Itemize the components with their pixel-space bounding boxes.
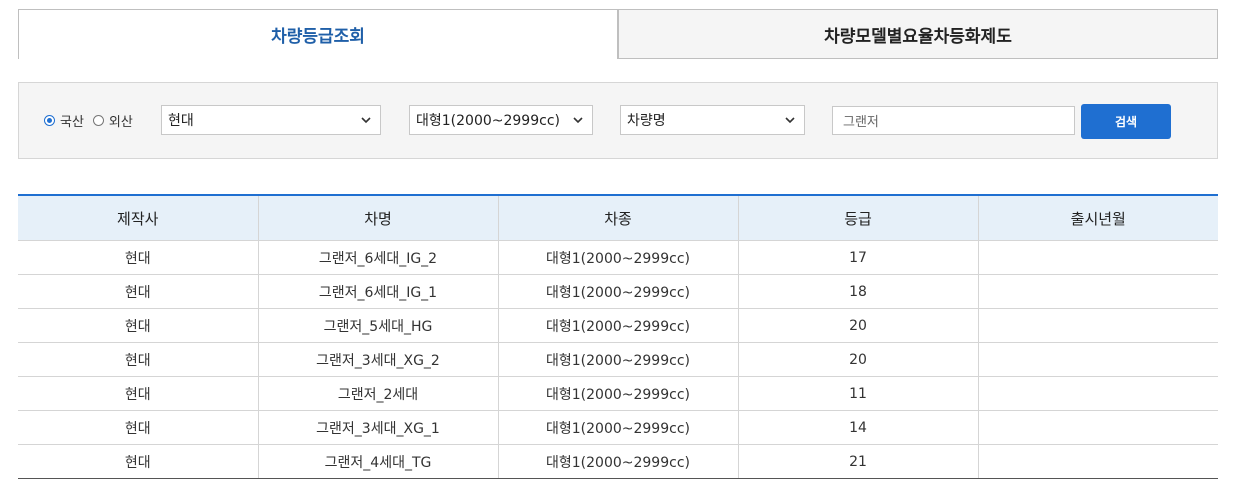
tab-bar: 차량등급조회 차량모델별요율차등화제도 — [18, 9, 1218, 59]
radio-domestic[interactable] — [44, 115, 55, 126]
cell-maker: 현대 — [18, 240, 258, 275]
header-model-name: 차명 — [257, 194, 498, 241]
cell-model-name: 그랜저_3세대_XG_1 — [257, 410, 498, 445]
cell-release-date — [977, 376, 1218, 411]
maker-select-value: 현대 — [168, 113, 194, 129]
vehicle-name-select[interactable]: 차량명 — [620, 105, 805, 135]
cell-maker: 현대 — [18, 444, 258, 479]
header-maker: 제작사 — [18, 194, 258, 241]
cell-model-name: 그랜저_4세대_TG — [257, 444, 498, 479]
table-row: 현대 그랜저_6세대_IG_2 대형1(2000~2999cc) 17 — [18, 240, 1218, 275]
radio-imported-label[interactable]: 외산 — [109, 111, 133, 130]
table-header-row: 제작사 차명 차종 등급 출시년월 — [18, 194, 1218, 241]
cell-grade: 21 — [737, 444, 978, 479]
chevron-down-icon — [573, 117, 583, 124]
maker-select[interactable]: 현대 — [161, 105, 381, 135]
cell-maker: 현대 — [18, 376, 258, 411]
cell-model-name: 그랜저_6세대_IG_1 — [257, 274, 498, 309]
results-table: 제작사 차명 차종 등급 출시년월 현대 그랜저_6세대_IG_2 대형1(20… — [18, 194, 1218, 479]
header-release-date: 출시년월 — [977, 194, 1218, 241]
chevron-down-icon — [785, 117, 795, 124]
cell-release-date — [977, 342, 1218, 377]
vehicle-name-select-value: 차량명 — [627, 113, 666, 129]
cell-model-name: 그랜저_2세대 — [257, 376, 498, 411]
cell-vehicle-class: 대형1(2000~2999cc) — [497, 308, 738, 343]
cell-release-date — [977, 410, 1218, 445]
cell-grade: 17 — [737, 240, 978, 275]
chevron-down-icon — [361, 117, 371, 124]
cell-maker: 현대 — [18, 274, 258, 309]
cell-grade: 18 — [737, 274, 978, 309]
cell-vehicle-class: 대형1(2000~2999cc) — [497, 274, 738, 309]
radio-imported[interactable] — [92, 115, 104, 126]
cell-release-date — [977, 308, 1218, 343]
cell-release-date — [977, 274, 1218, 309]
class-select-value: 대형1(2000~2999cc) — [416, 113, 560, 129]
cell-vehicle-class: 대형1(2000~2999cc) — [497, 376, 738, 411]
cell-vehicle-class: 대형1(2000~2999cc) — [497, 240, 738, 275]
cell-grade: 14 — [737, 410, 978, 445]
cell-model-name: 그랜저_5세대_HG — [257, 308, 498, 343]
header-vehicle-class: 차종 — [497, 194, 738, 241]
cell-grade: 11 — [737, 376, 978, 411]
header-grade: 등급 — [737, 194, 978, 241]
tab-vehicle-grade-lookup[interactable]: 차량등급조회 — [18, 9, 618, 59]
table-row: 현대 그랜저_5세대_HG 대형1(2000~2999cc) 20 — [18, 308, 1218, 343]
cell-maker: 현대 — [18, 342, 258, 377]
cell-grade: 20 — [737, 308, 978, 343]
class-select[interactable]: 대형1(2000~2999cc) — [409, 105, 593, 135]
origin-radio-group: 국산 외산 — [44, 111, 142, 130]
cell-model-name: 그랜저_6세대_IG_2 — [257, 240, 498, 275]
search-panel: 국산 외산 현대 대형1(2000~2999cc) 차량명 그랜저 검색 — [18, 82, 1218, 159]
table-row: 현대 그랜저_2세대 대형1(2000~2999cc) 11 — [18, 376, 1218, 411]
keyword-input[interactable]: 그랜저 — [832, 106, 1075, 135]
cell-grade: 20 — [737, 342, 978, 377]
tab-model-rate-differentiation[interactable]: 차량모델별요율차등화제도 — [618, 9, 1218, 59]
table-row: 현대 그랜저_4세대_TG 대형1(2000~2999cc) 21 — [18, 444, 1218, 479]
table-row: 현대 그랜저_3세대_XG_1 대형1(2000~2999cc) 14 — [18, 410, 1218, 445]
table-row: 현대 그랜저_3세대_XG_2 대형1(2000~2999cc) 20 — [18, 342, 1218, 377]
search-button[interactable]: 검색 — [1081, 104, 1171, 139]
table-row: 현대 그랜저_6세대_IG_1 대형1(2000~2999cc) 18 — [18, 274, 1218, 309]
cell-vehicle-class: 대형1(2000~2999cc) — [497, 342, 738, 377]
cell-vehicle-class: 대형1(2000~2999cc) — [497, 444, 738, 479]
cell-release-date — [977, 240, 1218, 275]
cell-release-date — [977, 444, 1218, 479]
cell-model-name: 그랜저_3세대_XG_2 — [257, 342, 498, 377]
cell-maker: 현대 — [18, 308, 258, 343]
cell-vehicle-class: 대형1(2000~2999cc) — [497, 410, 738, 445]
radio-domestic-label[interactable]: 국산 — [60, 111, 84, 130]
cell-maker: 현대 — [18, 410, 258, 445]
